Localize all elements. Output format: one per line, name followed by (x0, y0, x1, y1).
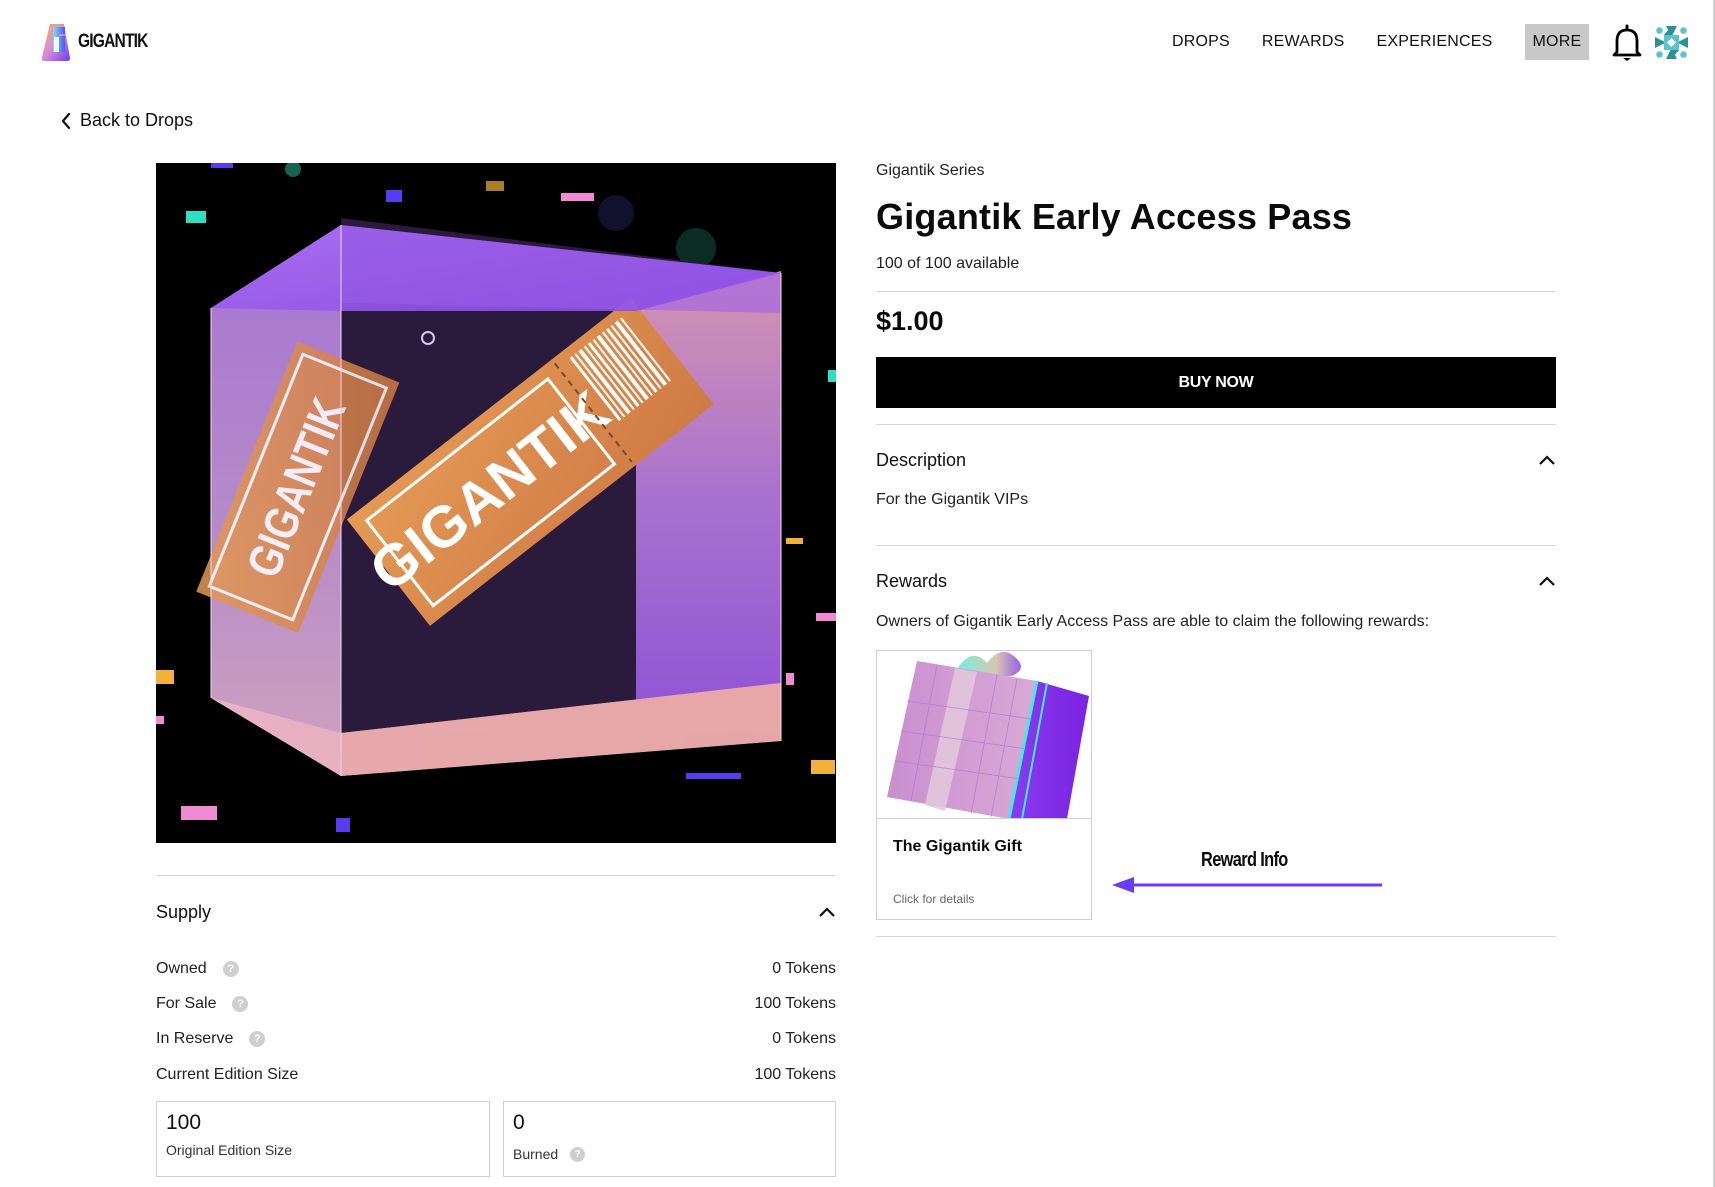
main-nav: DROPS REWARDS EXPERIENCES MORE (1160, 24, 1590, 60)
supply-value: 0 Tokens (772, 1030, 836, 1047)
reward-name: The Gigantik Gift (893, 838, 1022, 855)
divider (876, 291, 1556, 292)
divider (876, 424, 1556, 425)
supply-label: In Reserve (156, 1030, 234, 1047)
availability-text: 100 of 100 available (876, 255, 1020, 272)
description-text: For the Gigantik VIPs (876, 491, 1029, 508)
buy-now-button[interactable]: BUY NOW (876, 357, 1556, 408)
help-icon[interactable]: ? (249, 1031, 266, 1047)
brand-logo[interactable]: GIGANTIK (40, 22, 163, 62)
divider (876, 936, 1556, 937)
supply-value: 100 Tokens (754, 1066, 836, 1083)
chevron-up-icon[interactable] (818, 906, 836, 918)
gigantik-logo-icon (41, 24, 70, 61)
annotation-arrow-icon (1112, 877, 1382, 893)
supply-row-for-sale: For Sale? 100 Tokens (156, 992, 836, 1016)
rewards-accordion-header[interactable]: Rewards (876, 567, 1556, 595)
help-icon[interactable]: ? (570, 1146, 586, 1162)
supply-heading: Supply (156, 901, 212, 922)
supply-value: 0 Tokens (772, 960, 836, 977)
series-name: Gigantik Series (876, 162, 985, 179)
divider (156, 875, 836, 876)
divider (876, 545, 1556, 546)
gift-box-illustration (877, 651, 1091, 818)
back-label: Back to Drops (80, 110, 194, 130)
burned-box: 0 Burned? (503, 1101, 836, 1177)
brand-name: GIGANTIK (78, 31, 148, 52)
supply-row-current-edition: Current Edition Size 100 Tokens (156, 1063, 836, 1087)
stat-caption: Original Edition Size (166, 1142, 293, 1158)
nav-more[interactable]: MORE (1524, 24, 1590, 60)
supply-label: For Sale (156, 995, 217, 1012)
description-accordion-header[interactable]: Description (876, 446, 1556, 474)
supply-row-owned: Owned? 0 Tokens (156, 957, 836, 981)
supply-value: 100 Tokens (754, 995, 836, 1012)
help-icon[interactable]: ? (232, 996, 249, 1012)
product-image: GIGANTIK GIGANTIK (156, 163, 836, 843)
nav-drops[interactable]: DROPS (1164, 24, 1238, 60)
supply-label: Owned (156, 960, 207, 977)
avatar-identicon[interactable] (1655, 26, 1688, 59)
price: $1.00 (876, 306, 944, 336)
stat-value: 100 (166, 1111, 202, 1134)
reward-hint: Click for details (893, 892, 975, 906)
rewards-intro: Owners of Gigantik Early Access Pass are… (876, 613, 1430, 630)
help-icon[interactable]: ? (222, 961, 239, 977)
back-to-drops-link[interactable]: Back to Drops (60, 110, 193, 131)
supply-row-in-reserve: In Reserve? 0 Tokens (156, 1027, 836, 1051)
supply-accordion-header[interactable]: Supply (156, 898, 836, 926)
nav-experiences[interactable]: EXPERIENCES (1369, 24, 1501, 60)
stat-value: 0 (513, 1111, 525, 1134)
cube-ticket-illustration: GIGANTIK GIGANTIK (156, 163, 836, 843)
description-heading: Description (876, 449, 967, 470)
rewards-heading: Rewards (876, 570, 948, 591)
supply-label: Current Edition Size (156, 1066, 299, 1083)
chevron-left-icon (61, 112, 71, 129)
stat-caption: Burned (513, 1146, 559, 1162)
bell-icon[interactable] (1611, 24, 1643, 62)
reward-image (877, 651, 1091, 819)
chevron-up-icon[interactable] (1538, 575, 1556, 587)
annotation-label: Reward Info (1201, 849, 1288, 871)
nav-rewards[interactable]: REWARDS (1254, 24, 1353, 60)
reward-card[interactable]: The Gigantik Gift Click for details (876, 650, 1092, 920)
product-title: Gigantik Early Access Pass (876, 196, 1353, 237)
original-edition-box: 100 Original Edition Size (156, 1101, 490, 1177)
chevron-up-icon[interactable] (1538, 454, 1556, 466)
